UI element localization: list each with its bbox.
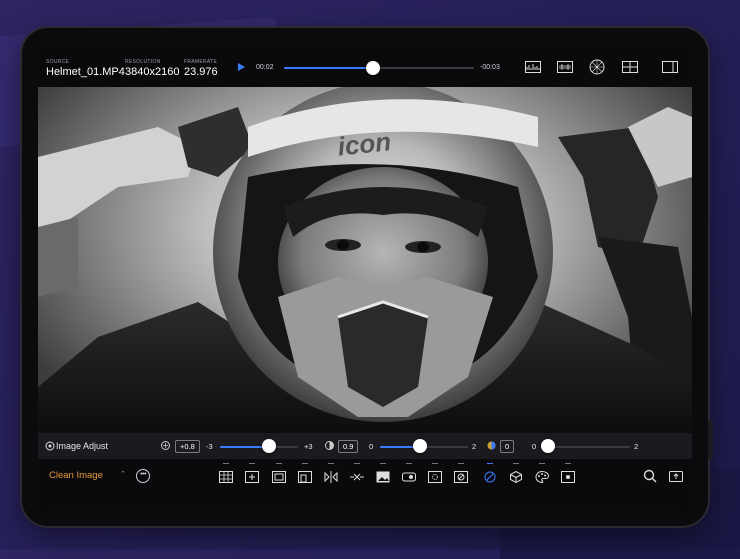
- saturation-min: 0: [532, 442, 537, 451]
- exposure-value[interactable]: +0.8: [175, 440, 200, 453]
- exposure-min: -3: [206, 442, 213, 451]
- frame-guide-icon[interactable]: [298, 471, 312, 483]
- waveform-icon[interactable]: [525, 61, 541, 73]
- more-options-button[interactable]: •••: [136, 469, 150, 483]
- preset-selector[interactable]: Clean Image: [49, 470, 103, 481]
- framerate-label: FRAMERATE: [184, 59, 218, 65]
- tool-indicator: [354, 463, 360, 464]
- tool-indicator: [276, 463, 282, 464]
- saturation-slider[interactable]: [548, 446, 630, 448]
- image-overlay-icon[interactable]: [376, 471, 390, 483]
- video-frame: icon: [38, 87, 692, 433]
- sidebar-toggle-icon[interactable]: [662, 61, 678, 73]
- contrast-min: 0: [369, 442, 374, 451]
- contrast-icon: [325, 441, 334, 450]
- exposure-max: +3: [304, 442, 313, 451]
- false-color-icon[interactable]: [454, 471, 468, 483]
- tool-indicator: [223, 463, 229, 464]
- parade-icon[interactable]: [557, 61, 573, 73]
- tool-indicator: [380, 463, 386, 464]
- helmet-portrait-image: icon: [38, 87, 692, 433]
- zebra-icon[interactable]: [483, 471, 497, 483]
- center-marker-icon[interactable]: [245, 471, 259, 483]
- exposure-slider-handle[interactable]: [262, 439, 277, 453]
- source-value: Helmet_01.MP4: [46, 66, 125, 78]
- image-adjust-title: Image Adjust: [56, 441, 109, 451]
- top-toolbar: SOURCE Helmet_01.MP4 RESOLUTION 3840x216…: [38, 43, 692, 87]
- elapsed-time: 00:02: [256, 64, 274, 71]
- export-icon[interactable]: [669, 469, 683, 483]
- tool-indicator: [249, 463, 255, 464]
- source-label: SOURCE: [46, 59, 70, 65]
- helmet-logo: icon: [336, 126, 392, 161]
- saturation-value[interactable]: 0: [500, 440, 515, 453]
- adjust-icon[interactable]: [45, 441, 55, 451]
- contrast-max: 2: [472, 442, 477, 451]
- resolution-info: RESOLUTION 3840x2160: [125, 59, 179, 78]
- preset-chevron-icon[interactable]: ⌃: [120, 470, 126, 478]
- tablet-side-button: [708, 420, 713, 460]
- 3d-cube-icon[interactable]: [509, 471, 523, 483]
- scrubber-progress: [284, 67, 374, 69]
- saturation-max: 2: [634, 442, 639, 451]
- search-icon[interactable]: [643, 469, 657, 483]
- framerate-value: 23.976: [184, 66, 218, 78]
- play-button[interactable]: [238, 63, 245, 71]
- record-frame-icon[interactable]: [561, 471, 575, 483]
- color-palette-icon[interactable]: [535, 471, 549, 483]
- tool-indicator: [432, 463, 438, 464]
- tool-indicator: [539, 463, 545, 464]
- exposure-icon: [161, 441, 170, 450]
- anamorphic-icon[interactable]: [350, 471, 364, 483]
- image-adjust-bar: Image Adjust +0.8 -3 +3 0.9 0 2 0 0 2: [38, 433, 692, 459]
- saturation-slider-handle[interactable]: [541, 439, 555, 453]
- resolution-label: RESOLUTION: [125, 59, 161, 65]
- grid-layout-icon[interactable]: [622, 61, 638, 73]
- app-screen: SOURCE Helmet_01.MP4 RESOLUTION 3840x216…: [38, 43, 692, 511]
- exposure-slider[interactable]: [220, 446, 298, 448]
- tool-indicator: [328, 463, 334, 464]
- bottom-toolbar: Clean Image ⌃ •••: [38, 459, 692, 511]
- flip-horizontal-icon[interactable]: [324, 471, 338, 483]
- safe-area-icon[interactable]: [272, 471, 286, 483]
- grid-overlay-icon[interactable]: [219, 471, 233, 483]
- contrast-value[interactable]: 0.9: [338, 440, 359, 453]
- tool-indicator: [513, 463, 519, 464]
- framerate-info: FRAMERATE 23.976: [184, 59, 218, 78]
- tool-indicator: [406, 463, 412, 464]
- saturation-icon: [487, 441, 496, 450]
- tool-indicator: [458, 463, 464, 464]
- tool-indicator: [302, 463, 308, 464]
- source-info[interactable]: SOURCE Helmet_01.MP4: [46, 59, 125, 78]
- contrast-slider-handle[interactable]: [412, 439, 427, 453]
- tool-indicator: [565, 463, 571, 464]
- tool-indicator-active: [487, 463, 493, 464]
- remaining-time: -00:03: [480, 64, 500, 71]
- focus-peaking-icon[interactable]: [428, 471, 442, 483]
- scrubber-handle[interactable]: [366, 61, 381, 75]
- lut-icon[interactable]: [402, 471, 416, 483]
- vectorscope-icon[interactable]: [589, 59, 605, 75]
- resolution-value: 3840x2160: [125, 66, 180, 78]
